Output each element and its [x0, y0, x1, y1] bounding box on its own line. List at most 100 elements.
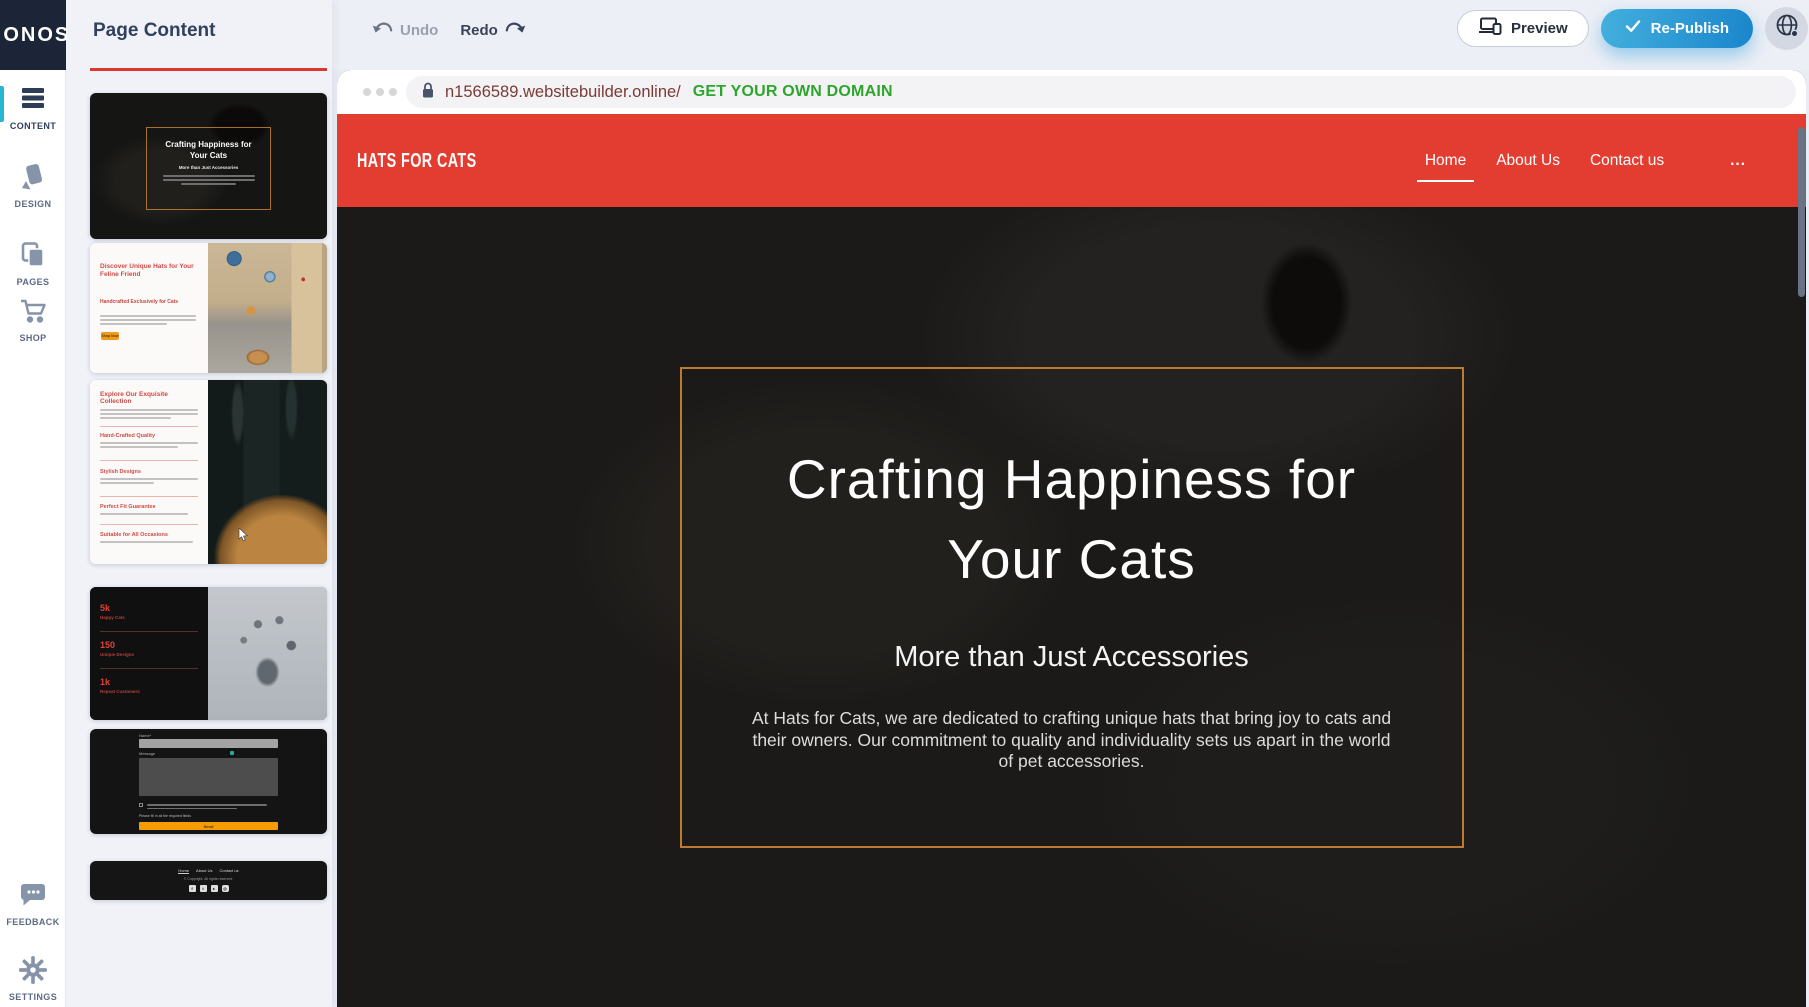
settings-gear-icon [0, 955, 66, 987]
thumb-hero-title-line1: Crafting Happiness for [147, 139, 270, 150]
nav-contact-us[interactable]: Contact us [1590, 152, 1664, 170]
section-thumbnail-hero[interactable]: Crafting Happiness for Your Cats More th… [90, 93, 327, 239]
twitter-icon: t [200, 885, 207, 892]
site-preview-frame: n1566589.websitebuilder.online/ GET YOUR… [337, 70, 1806, 1007]
stat-item: 150 Unique Designs [100, 640, 134, 657]
language-globe-button[interactable] [1765, 7, 1808, 50]
nav-more-ellipsis[interactable]: ... [1730, 152, 1746, 170]
feedback-bubble-icon [0, 880, 66, 912]
stat-item: 1k Repeat Customers [100, 677, 140, 694]
preview-label: Preview [1511, 20, 1568, 37]
editor-stage: Undo Redo Preview Re-Publish [332, 0, 1809, 1007]
sidebar-item-label: DESIGN [0, 199, 66, 209]
section-thumbnail-footer[interactable]: Home About Us Contact us © Copyright. Al… [90, 861, 327, 900]
preview-scrollbar[interactable] [1798, 127, 1805, 297]
thumb-hero-framed-box: Crafting Happiness for Your Cats More th… [146, 127, 271, 210]
check-icon [1625, 20, 1641, 37]
section-thumbnail-stats[interactable]: 5k Happy Cats 150 Unique Designs 1k Repe… [90, 587, 327, 720]
thumb-feature-item: Suitable for All Occasions [100, 532, 198, 545]
sidebar-item-content[interactable]: CONTENT [0, 84, 66, 131]
thumb-features-text-pane: Explore Our Exquisite Collection Hand-Cr… [90, 380, 208, 564]
content-icon [0, 84, 66, 116]
thumb-footer-copyright: © Copyright. All rights reserved. [90, 877, 327, 881]
divider [100, 426, 198, 427]
site-hero-section[interactable]: Crafting Happiness for Your Cats More th… [337, 207, 1806, 1007]
section-thumbnail-features[interactable]: Explore Our Exquisite Collection Hand-Cr… [90, 380, 327, 564]
stat-label: Happy Cats [100, 615, 125, 620]
panel-title-underline [90, 68, 327, 71]
stat-value: 150 [100, 640, 134, 650]
thumb-form-message-label: Message [139, 751, 155, 756]
thumb-hero-title-line2: Your Cats [147, 150, 270, 161]
lock-icon [420, 81, 436, 104]
undo-icon [372, 20, 393, 40]
divider [100, 524, 198, 525]
thumb-footer-nav-item: Home [178, 868, 189, 874]
browser-chrome: n1566589.websitebuilder.online/ GET YOUR… [337, 70, 1806, 114]
address-bar[interactable]: n1566589.websitebuilder.online/ GET YOUR… [406, 76, 1796, 108]
page-content-panel: Page Content Crafting Happiness for Your… [66, 0, 332, 1007]
sidebar-item-design[interactable]: DESIGN [0, 162, 66, 209]
hero-framed-box[interactable]: Crafting Happiness for Your Cats More th… [680, 367, 1464, 848]
section-thumbnail-contact-form[interactable]: Name* Message Please fill in all the req… [90, 729, 327, 834]
app-sidebar: IONOS CONTENT DESIGN PAGES SHOP FEEDBACK [0, 0, 66, 1007]
hero-body-text: At Hats for Cats, we are dedicated to cr… [749, 708, 1394, 773]
sidebar-item-settings[interactable]: SETTINGS [0, 955, 66, 1002]
redo-button[interactable]: Redo [460, 20, 526, 40]
thumb-feature-item: Hand-Crafted Quality [100, 433, 198, 450]
thumb-feature-item: Perfect Fit Guarantee [100, 504, 198, 517]
thumb-features-heading: Explore Our Exquisite Collection [100, 391, 198, 405]
ionos-logo[interactable]: IONOS [0, 0, 66, 70]
thumb-form-checkbox [139, 803, 143, 807]
site-header: HATS FOR CATS Home About Us Contact us .… [337, 114, 1806, 207]
divider [100, 460, 198, 461]
site-nav: Home About Us Contact us ... [1425, 152, 1806, 170]
emoji-icon [230, 751, 234, 755]
sidebar-item-label: PAGES [0, 277, 66, 287]
nav-about-us[interactable]: About Us [1496, 152, 1560, 170]
hero-subtitle: More than Just Accessories [682, 641, 1462, 674]
window-dot [363, 88, 371, 96]
thumb-feature-item: Stylish Designs [100, 469, 198, 486]
thumb-footer-nav-item: Contact us [220, 868, 239, 874]
preview-button[interactable]: Preview [1457, 10, 1589, 47]
stat-label: Unique Designs [100, 652, 134, 657]
panel-title: Page Content [93, 20, 215, 42]
thumb-discover-photo [208, 243, 327, 373]
thumb-feature-label: Stylish Designs [100, 469, 198, 475]
site-brand[interactable]: HATS FOR CATS [357, 148, 477, 173]
hero-title-line2: Your Cats [682, 519, 1462, 599]
thumb-form-name-input [139, 739, 278, 748]
globe-icon [1774, 13, 1800, 44]
youtube-icon: ▸ [211, 885, 218, 892]
window-controls [363, 88, 397, 96]
thumb-feature-label: Perfect Fit Guarantee [100, 504, 198, 510]
thumb-form-name-label: Name* [139, 733, 151, 738]
thumb-feature-label: Hand-Crafted Quality [100, 433, 198, 439]
sidebar-item-label: SHOP [0, 333, 66, 343]
sidebar-item-pages[interactable]: PAGES [0, 240, 66, 287]
get-domain-link[interactable]: GET YOUR OWN DOMAIN [693, 83, 893, 101]
thumb-features-heading-block: Explore Our Exquisite Collection [100, 391, 198, 421]
instagram-icon: ◎ [222, 885, 229, 892]
section-thumbnail-discover[interactable]: Discover Unique Hats for Your Feline Fri… [90, 243, 327, 373]
thumb-footer-nav-item: About Us [196, 868, 212, 874]
undo-label: Undo [400, 22, 438, 39]
thumb-discover-body-placeholder [100, 313, 196, 327]
facebook-icon: f [189, 885, 196, 892]
sidebar-item-feedback[interactable]: FEEDBACK [0, 880, 66, 927]
thumb-form-consent-placeholder [147, 802, 267, 811]
sidebar-item-shop[interactable]: SHOP [0, 296, 66, 343]
devices-icon [1478, 17, 1502, 39]
thumb-footer-socials: f t ▸ ◎ [90, 885, 327, 892]
sidebar-item-label: FEEDBACK [0, 917, 66, 927]
nav-home[interactable]: Home [1425, 152, 1466, 170]
thumb-form-message-textarea [139, 758, 278, 796]
republish-button[interactable]: Re-Publish [1601, 9, 1753, 48]
thumb-hero-subtitle: More than Just Accessories [147, 165, 270, 170]
sidebar-item-label: CONTENT [0, 121, 66, 131]
divider [100, 631, 198, 632]
thumb-form-note: Please fill in all the required fields [139, 814, 191, 818]
undo-button[interactable]: Undo [372, 20, 438, 40]
thumb-stats-text-pane: 5k Happy Cats 150 Unique Designs 1k Repe… [90, 587, 208, 720]
